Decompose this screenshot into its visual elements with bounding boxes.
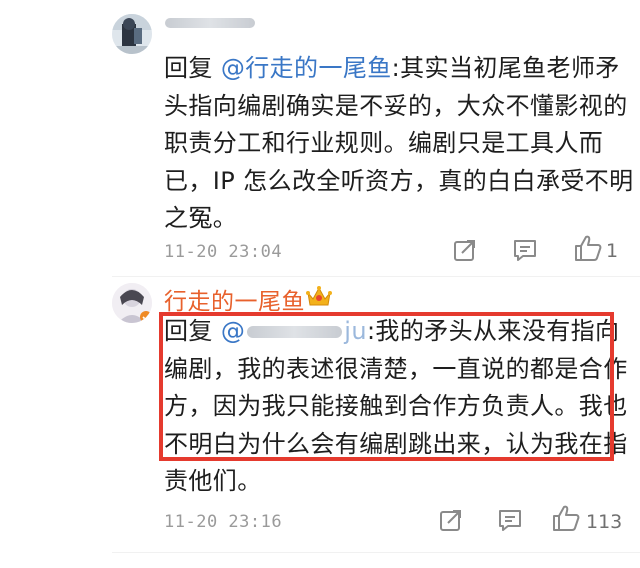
comment-button[interactable]	[497, 507, 523, 537]
share-button[interactable]	[438, 507, 464, 537]
username-blurred[interactable]	[165, 18, 255, 28]
like-count: 113	[586, 511, 623, 533]
share-icon	[440, 510, 461, 531]
comment-icon	[499, 510, 521, 531]
username[interactable]: 行走的一尾鱼	[164, 282, 305, 316]
like-button[interactable]	[551, 503, 581, 537]
thumbs-up-icon	[575, 235, 602, 261]
timestamp: 11-20 23:16	[164, 512, 283, 532]
comment-icon	[514, 240, 536, 261]
mention-link[interactable]: @行走的一尾鱼	[221, 54, 392, 82]
comment-button[interactable]	[512, 237, 538, 267]
like-count: 1	[606, 240, 619, 262]
reply-prefix: 回复	[164, 54, 221, 82]
highlight-box	[159, 312, 614, 461]
crown-badge-icon	[306, 285, 332, 307]
reply-item: 回复 @行走的一尾鱼:其实当初尾鱼老师矛头指向编剧确实是不妥的，大众不懂影视的职…	[0, 0, 640, 280]
like-button[interactable]	[573, 233, 603, 267]
reply-body: 回复 @行走的一尾鱼:其实当初尾鱼老师矛头指向编剧确实是不妥的，大众不懂影视的职…	[164, 50, 634, 238]
avatar[interactable]	[112, 283, 152, 323]
share-button[interactable]	[452, 237, 478, 267]
thumbs-up-icon	[553, 505, 580, 531]
timestamp: 11-20 23:04	[164, 242, 283, 262]
avatar[interactable]	[112, 14, 152, 54]
share-icon	[454, 240, 475, 261]
divider	[112, 276, 640, 277]
divider	[112, 552, 640, 553]
